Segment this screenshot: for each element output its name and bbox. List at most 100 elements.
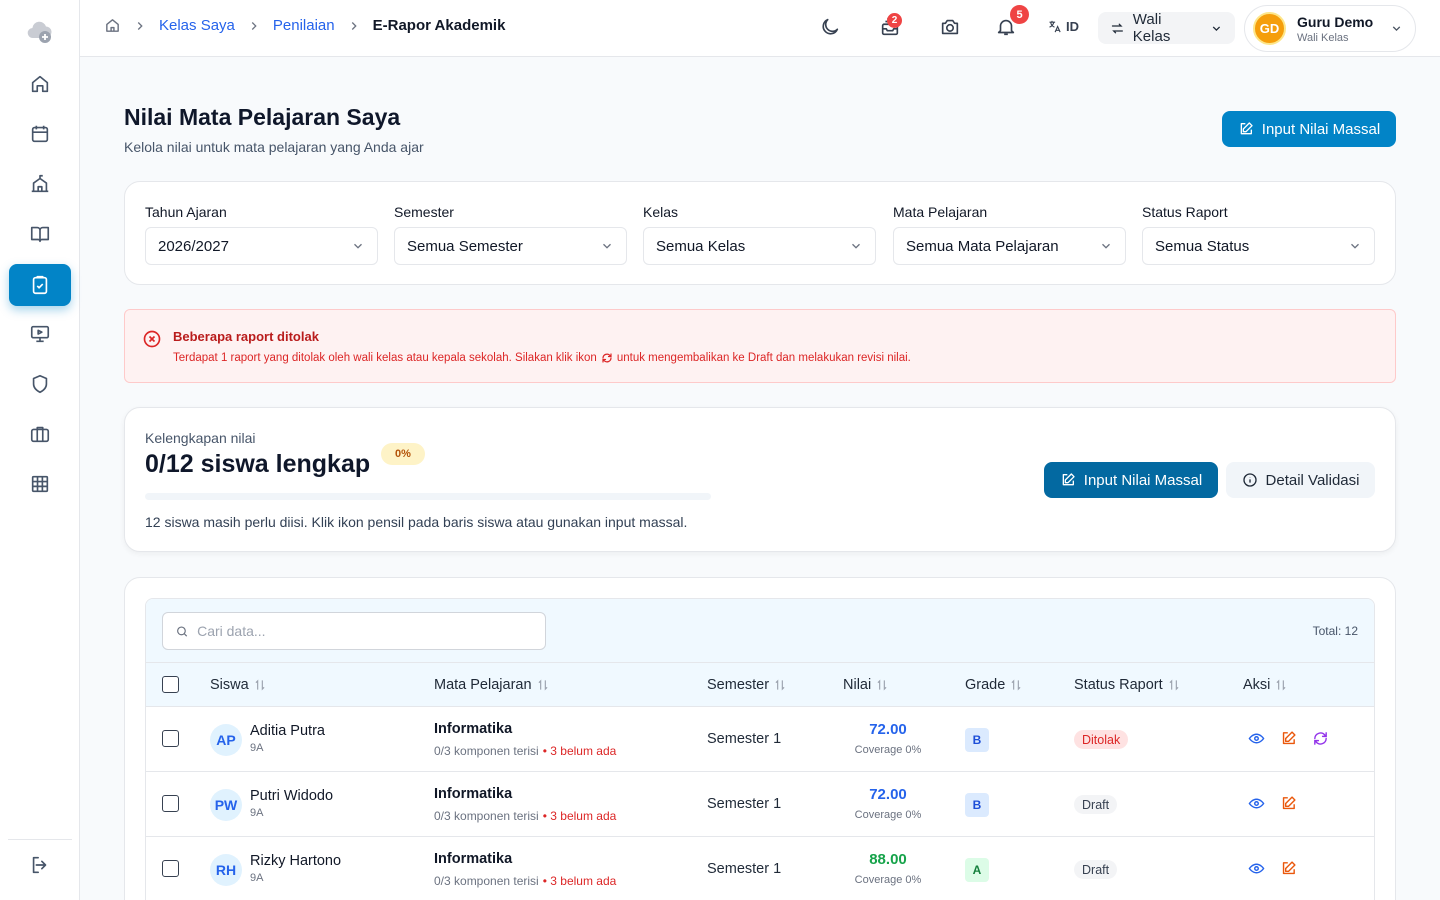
presentation-screen-icon [30,325,50,343]
total-count: Total: 12 [1312,624,1358,638]
sidebar-item-school[interactable] [9,163,71,205]
student-name: Aditia Putra [250,723,325,739]
alert-text: Terdapat 1 raport yang ditolak oleh wali… [173,352,911,364]
select-all-checkbox[interactable] [162,676,179,693]
sidebar-item-home[interactable] [9,63,71,105]
table-row: RH Rizky Hartono 9A Informatika 0/3 komp… [146,837,1374,900]
components-filled: 0/3 komponen terisi [434,744,539,758]
select-value: 2026/2027 [158,237,229,255]
student-avatar: AP [210,724,242,756]
components-missing: • 3 belum ada [542,809,617,823]
semester: Semester 1 [707,796,782,812]
column-semester[interactable]: Semester [707,677,787,693]
eye-icon [1248,733,1265,744]
edit-icon [1282,731,1296,745]
column-mata-pelajaran[interactable]: Mata Pelajaran [434,677,550,693]
edit-button[interactable] [1280,730,1298,748]
cloud-camera-icon [26,18,54,46]
alert-text-after: untuk mengembalikan ke Draft dan melakuk… [616,352,911,364]
logout-icon [32,856,47,874]
revert-to-draft-button[interactable] [1312,730,1330,748]
sidebar-item-subjects[interactable] [9,213,71,255]
select-tahun-ajaran[interactable]: 2026/2027 [145,227,378,265]
components-info: 0/3 komponen terisi • 3 belum ada [434,744,616,758]
notifications-button[interactable]: 5 [995,5,1029,40]
sort-icon [1169,679,1179,691]
refresh-icon [602,353,612,363]
language-switch[interactable]: ID [1047,19,1079,34]
column-label: Nilai [843,677,872,693]
chevron-down-icon [1351,243,1359,249]
user-menu[interactable]: GD Guru Demo Wali Kelas [1244,5,1416,52]
column-siswa[interactable]: Siswa [210,677,267,693]
edit-button[interactable] [1280,860,1298,878]
camera-button[interactable] [939,16,963,40]
chevron-down-icon [1212,25,1221,31]
score: 88.00 [869,851,907,868]
student-avatar: RH [210,854,242,886]
filter-label: Semester [394,204,454,220]
home-icon[interactable] [104,17,121,34]
select-status-raport[interactable]: Semua Status [1142,227,1375,265]
eye-icon [1248,863,1265,874]
role-switch-button[interactable]: Wali Kelas [1098,11,1235,45]
open-book-icon [30,226,50,243]
column-label: Semester [707,677,770,693]
view-button[interactable] [1248,730,1266,748]
chevron-right-icon [247,19,261,33]
alert-text-before: Terdapat 1 raport yang ditolak oleh wali… [173,352,597,364]
edit-icon [1282,796,1296,810]
dark-mode-toggle[interactable] [819,16,843,40]
user-role: Wali Kelas [1297,31,1349,44]
school-building-icon [31,174,49,193]
edit-button[interactable] [1280,795,1298,813]
column-aksi[interactable]: Aksi [1243,677,1288,693]
row-checkbox[interactable] [162,730,179,747]
bulk-input-button-header[interactable]: Input Nilai Massal [1222,111,1396,147]
search-input[interactable] [197,623,533,639]
edit-icon [1240,122,1253,135]
select-kelas[interactable]: Semua Kelas [643,227,876,265]
calendar-icon [31,125,49,143]
semester: Semester 1 [707,731,782,747]
sidebar-item-calendar[interactable] [9,113,71,155]
bulk-input-label: Input Nilai Massal [1261,120,1381,138]
select-semester[interactable]: Semua Semester [394,227,627,265]
sidebar-item-grid[interactable] [9,463,71,505]
x-circle-icon [142,329,162,349]
components-info: 0/3 komponen terisi • 3 belum ada [434,874,616,888]
filter-tahun-ajaran: Tahun Ajaran 2026/2027 [145,204,378,265]
breadcrumb-penilaian[interactable]: Penilaian [273,17,335,34]
view-button[interactable] [1248,795,1266,813]
sort-icon [1276,679,1286,691]
bulk-input-label: Input Nilai Massal [1083,471,1203,489]
row-checkbox[interactable] [162,860,179,877]
sidebar-item-assessment[interactable] [9,264,71,306]
bulk-input-button[interactable]: Input Nilai Massal [1044,462,1218,498]
coverage: Coverage 0% [854,809,922,821]
sidebar-item-presentation[interactable] [9,313,71,355]
sidebar-item-security[interactable] [9,363,71,405]
filter-label: Mata Pelajaran [893,204,988,220]
semester: Semester 1 [707,861,782,877]
language-label: ID [1066,19,1079,34]
validation-detail-button[interactable]: Detail Validasi [1226,462,1375,498]
view-button[interactable] [1248,860,1266,878]
column-grade[interactable]: Grade [965,677,1023,693]
row-checkbox[interactable] [162,795,179,812]
column-nilai[interactable]: Nilai [843,677,889,693]
alert-title: Beberapa raport ditolak [173,329,319,344]
search-icon [177,626,188,637]
column-status-raport[interactable]: Status Raport [1074,677,1181,693]
user-name: Guru Demo [1297,13,1374,30]
validation-detail-label: Detail Validasi [1265,471,1360,489]
logout-button[interactable] [9,844,71,886]
swap-arrows-icon [1111,23,1123,33]
components-filled: 0/3 komponen terisi [434,809,539,823]
sort-icon [877,679,887,691]
messages-button[interactable]: 2 [879,13,903,40]
edit-icon [1062,473,1075,486]
breadcrumb-kelas-saya[interactable]: Kelas Saya [159,17,235,34]
select-mata-pelajaran[interactable]: Semua Mata Pelajaran [893,227,1126,265]
sidebar-item-briefcase[interactable] [9,413,71,455]
